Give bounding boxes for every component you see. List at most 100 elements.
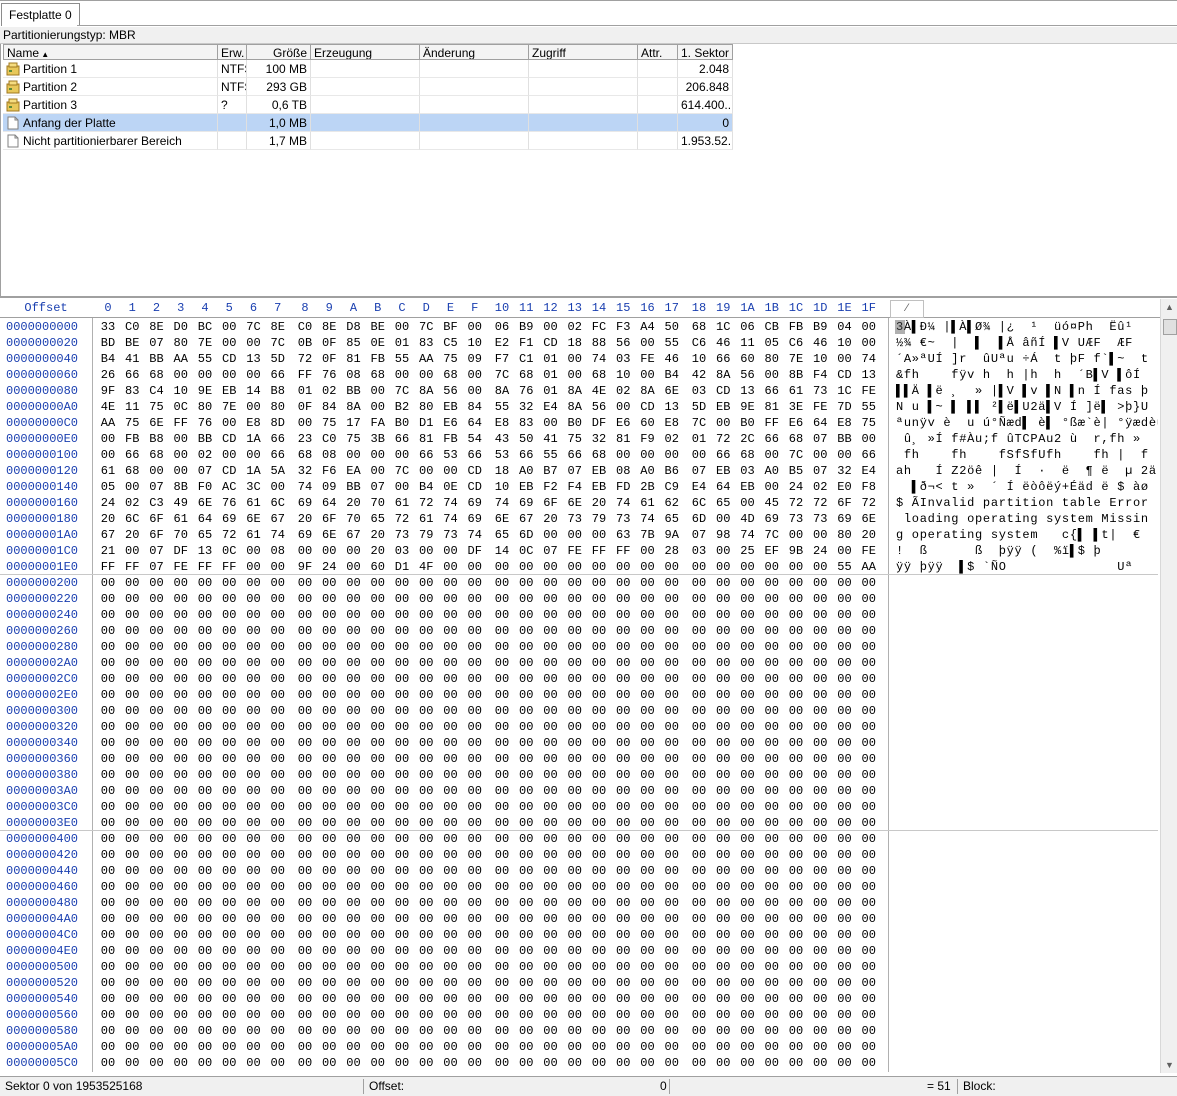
hex-byte[interactable]: FB: [121, 431, 143, 447]
hex-byte[interactable]: 00: [464, 959, 486, 975]
hex-byte[interactable]: 00: [661, 751, 683, 767]
hex-byte[interactable]: 00: [440, 687, 462, 703]
hex-byte[interactable]: 00: [440, 959, 462, 975]
hex-byte[interactable]: 00: [588, 943, 610, 959]
hex-byte[interactable]: 00: [367, 687, 389, 703]
hex-byte[interactable]: 00: [218, 687, 240, 703]
hex-byte[interactable]: 00: [415, 1023, 437, 1039]
hex-byte[interactable]: 00: [146, 975, 168, 991]
hex-byte[interactable]: 64: [464, 415, 486, 431]
hex-byte[interactable]: 00: [661, 575, 683, 591]
hex-byte[interactable]: C1: [515, 351, 537, 367]
hex-byte[interactable]: 00: [785, 591, 807, 607]
hex-byte[interactable]: CD: [712, 383, 734, 399]
hex-byte[interactable]: 00: [294, 943, 316, 959]
hex-byte[interactable]: 00: [737, 1007, 759, 1023]
hex-byte[interactable]: 6F: [318, 511, 340, 527]
hex-byte[interactable]: 00: [464, 735, 486, 751]
hex-byte[interactable]: 00: [97, 799, 119, 815]
hex-byte[interactable]: 00: [170, 895, 192, 911]
hex-byte[interactable]: 00: [761, 1023, 783, 1039]
hex-byte[interactable]: 00: [612, 783, 634, 799]
hex-byte[interactable]: 00: [218, 783, 240, 799]
hex-byte[interactable]: 00: [809, 639, 831, 655]
hex-byte[interactable]: 85: [343, 335, 365, 351]
hex-byte[interactable]: 00: [515, 1023, 537, 1039]
hex-byte[interactable]: 00: [491, 1055, 513, 1071]
hex-byte[interactable]: 68: [785, 431, 807, 447]
hex-byte[interactable]: FC: [588, 319, 610, 335]
hex-byte[interactable]: 00: [688, 1007, 710, 1023]
hex-byte[interactable]: 00: [367, 751, 389, 767]
hex-byte[interactable]: 18: [491, 463, 513, 479]
hex-byte[interactable]: 46: [712, 335, 734, 351]
hex-byte[interactable]: 74: [612, 495, 634, 511]
hex-byte[interactable]: 00: [97, 831, 119, 847]
hex-byte[interactable]: 00: [97, 767, 119, 783]
hex-byte[interactable]: 0C: [515, 543, 537, 559]
hex-byte[interactable]: 00: [218, 319, 240, 335]
hex-byte[interactable]: 00: [146, 927, 168, 943]
hex-byte[interactable]: 00: [515, 719, 537, 735]
hex-byte[interactable]: 00: [761, 783, 783, 799]
hex-byte[interactable]: 00: [294, 847, 316, 863]
hex-row[interactable]: 00 00 00 00 00 00 00 00 00 00 00 00 00 0…: [0, 895, 888, 911]
hex-byte[interactable]: 00: [194, 991, 216, 1007]
hex-byte[interactable]: 00: [415, 463, 437, 479]
hex-byte[interactable]: 32: [588, 431, 610, 447]
column-header-modified[interactable]: Änderung: [420, 44, 529, 60]
hex-byte[interactable]: 3E: [785, 399, 807, 415]
hex-byte[interactable]: 7C: [491, 367, 513, 383]
hex-byte[interactable]: 00: [491, 991, 513, 1007]
hex-byte[interactable]: 00: [464, 575, 486, 591]
hex-byte[interactable]: 00: [343, 543, 365, 559]
hex-byte[interactable]: 00: [440, 543, 462, 559]
hex-byte[interactable]: 46: [661, 351, 683, 367]
hex-byte[interactable]: 69: [834, 511, 856, 527]
hex-byte[interactable]: 00: [170, 1023, 192, 1039]
hex-byte[interactable]: 00: [540, 719, 562, 735]
hex-byte[interactable]: 00: [737, 895, 759, 911]
hex-byte[interactable]: 8A: [712, 367, 734, 383]
hex-byte[interactable]: 00: [491, 751, 513, 767]
hex-byte[interactable]: 00: [267, 719, 289, 735]
hex-byte[interactable]: 00: [809, 895, 831, 911]
hex-byte[interactable]: 00: [612, 655, 634, 671]
hex-byte[interactable]: 00: [194, 879, 216, 895]
hex-byte[interactable]: 00: [343, 447, 365, 463]
hex-byte[interactable]: 00: [121, 591, 143, 607]
hex-byte[interactable]: FF: [170, 415, 192, 431]
hex-byte[interactable]: AA: [97, 415, 119, 431]
hex-byte[interactable]: 00: [637, 607, 659, 623]
hex-byte[interactable]: 00: [785, 751, 807, 767]
hex-byte[interactable]: 00: [121, 879, 143, 895]
hex-byte[interactable]: 00: [491, 927, 513, 943]
hex-byte[interactable]: 00: [367, 847, 389, 863]
hex-byte[interactable]: 63: [612, 527, 634, 543]
hex-byte[interactable]: 7C: [761, 527, 783, 543]
hex-byte[interactable]: FE: [637, 351, 659, 367]
hex-byte[interactable]: 00: [243, 735, 265, 751]
hex-byte[interactable]: 00: [612, 1007, 634, 1023]
hex-byte[interactable]: 00: [367, 1055, 389, 1071]
hex-byte[interactable]: 00: [267, 959, 289, 975]
hex-byte[interactable]: 60: [637, 415, 659, 431]
hex-byte[interactable]: 00: [688, 719, 710, 735]
hex-byte[interactable]: 00: [267, 591, 289, 607]
hex-byte[interactable]: 00: [267, 607, 289, 623]
hex-byte[interactable]: 07: [367, 479, 389, 495]
hex-byte[interactable]: 00: [464, 1039, 486, 1055]
hex-byte[interactable]: 00: [267, 927, 289, 943]
hex-byte[interactable]: 61: [170, 511, 192, 527]
hex-byte[interactable]: 00: [540, 607, 562, 623]
hex-byte[interactable]: CD: [218, 431, 240, 447]
hex-byte[interactable]: 00: [858, 975, 880, 991]
hex-byte[interactable]: 00: [121, 815, 143, 831]
hex-byte[interactable]: 50: [661, 319, 683, 335]
hex-byte[interactable]: 00: [267, 943, 289, 959]
hex-byte[interactable]: 00: [243, 831, 265, 847]
hex-byte[interactable]: 00: [515, 783, 537, 799]
hex-byte[interactable]: B8: [146, 431, 168, 447]
hex-byte[interactable]: 00: [785, 943, 807, 959]
hex-byte[interactable]: 00: [540, 671, 562, 687]
